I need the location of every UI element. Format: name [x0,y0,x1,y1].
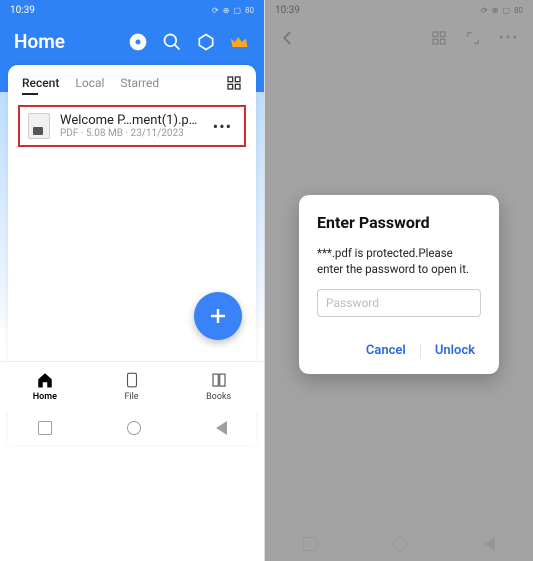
sys-back[interactable] [484,537,495,551]
crown-icon[interactable] [230,32,250,52]
nav-books[interactable]: Books [206,371,231,402]
bottom-nav: Home File Books [0,361,264,411]
tab-local[interactable]: Local [75,76,104,90]
page-title: Home [14,30,65,53]
status-time: 10:39 [10,5,35,16]
tab-starred[interactable]: Starred [120,76,159,90]
file-name: Welcome P…ment(1).pdf [60,113,199,128]
password-dialog: Enter Password ***.pdf is protected.Plea… [299,195,499,374]
sys-recent[interactable] [303,537,317,551]
app-header: Home [0,20,264,65]
nav-file[interactable]: File [123,371,141,402]
more-icon[interactable]: ••• [209,117,236,136]
unlock-button[interactable]: Unlock [429,339,481,362]
status-icons: ⟳⊕▢80 [212,6,254,15]
sys-back[interactable] [216,421,227,435]
password-input[interactable] [317,289,481,317]
dialog-message: ***.pdf is protected.Please enter the pa… [317,246,481,277]
search-icon[interactable] [162,32,182,52]
status-bar: 10:39 ⟳⊕▢80 [0,0,264,20]
dialog-title: Enter Password [317,213,481,232]
add-button[interactable] [194,292,242,340]
pdf-lock-icon [28,113,50,139]
tabs: Recent Local Starred [8,75,256,99]
file-meta: PDF · 5.08 MB · 23/11/2023 [60,128,199,139]
sys-recent[interactable] [38,421,52,435]
file-row[interactable]: Welcome P…ment(1).pdf PDF · 5.08 MB · 23… [18,105,246,147]
eye-icon[interactable] [128,32,148,52]
nav-home[interactable]: Home [33,371,57,402]
tab-recent[interactable]: Recent [22,76,59,90]
status-icons: ⟳⊕▢80 [481,6,523,15]
hex-icon[interactable] [196,32,216,52]
grid-view-icon[interactable] [226,75,242,91]
sys-home[interactable] [393,537,407,551]
status-bar: 10:39 ⟳⊕▢80 [265,0,533,20]
status-time: 10:39 [275,5,300,16]
cancel-button[interactable]: Cancel [360,339,412,362]
sys-home[interactable] [127,421,141,435]
system-nav [265,527,533,561]
system-nav [0,411,264,445]
